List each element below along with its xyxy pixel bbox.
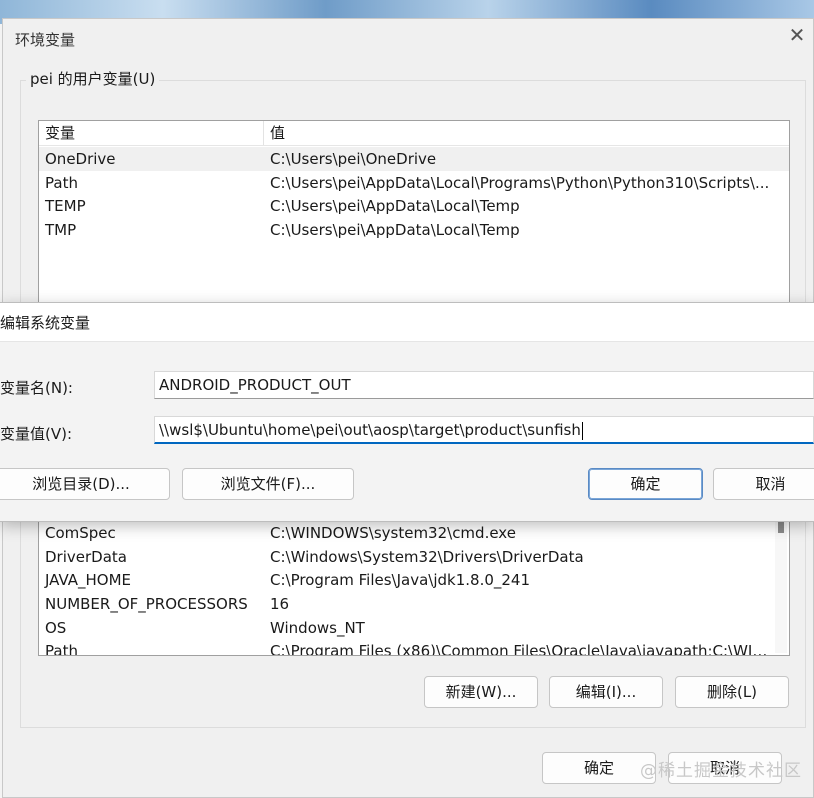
var-value: C:\Users\pei\AppData\Local\Temp: [270, 221, 520, 239]
var-name: JAVA_HOME: [45, 571, 132, 589]
browse-directory-button[interactable]: 浏览目录(D)...: [0, 468, 170, 500]
var-value: C:\Program Files\Java\jdk1.8.0_241: [270, 571, 531, 589]
table-row[interactable]: DriverData C:\Windows\System32\Drivers\D…: [39, 545, 789, 569]
var-name: Path: [45, 642, 78, 656]
dialog-cancel-button[interactable]: 取消: [713, 468, 814, 500]
column-header-name[interactable]: 变量: [45, 121, 75, 145]
column-divider[interactable]: [263, 121, 264, 145]
browse-file-button[interactable]: 浏览文件(F)...: [182, 468, 354, 500]
var-name: NUMBER_OF_PROCESSORS: [45, 595, 248, 613]
var-value: 16: [270, 595, 290, 613]
edit-variable-button[interactable]: 编辑(I)...: [549, 676, 663, 708]
var-value: C:\Program Files (x86)\Common Files\Orac…: [270, 642, 770, 656]
new-variable-button[interactable]: 新建(W)...: [424, 676, 538, 708]
user-vars-group-label: pei 的用户变量(U): [26, 68, 160, 89]
var-name: DriverData: [45, 548, 127, 566]
var-name: OS: [45, 619, 67, 637]
var-value: C:\WINDOWS\system32\cmd.exe: [270, 524, 516, 542]
dialog-ok-button[interactable]: 确定: [588, 468, 703, 500]
var-name: TEMP: [45, 197, 86, 215]
table-row[interactable]: JAVA_HOME C:\Program Files\Java\jdk1.8.0…: [39, 568, 789, 592]
var-value: C:\Users\pei\AppData\Local\Programs\Pyth…: [270, 174, 770, 192]
edit-system-variable-dialog: 编辑系统变量 变量名(N): ANDROID_PRODUCT_OUT 变量值(V…: [0, 302, 814, 522]
var-name: Path: [45, 174, 78, 192]
window-title: 环境变量: [15, 31, 76, 49]
table-row[interactable]: TEMP C:\Users\pei\AppData\Local\Temp: [39, 194, 789, 218]
variable-name-input[interactable]: ANDROID_PRODUCT_OUT: [154, 371, 814, 399]
table-row[interactable]: NUMBER_OF_PROCESSORS 16: [39, 592, 789, 616]
delete-variable-button[interactable]: 删除(L): [675, 676, 789, 708]
table-row[interactable]: OneDrive C:\Users\pei\OneDrive: [39, 147, 789, 171]
vertical-scrollbar[interactable]: [775, 513, 787, 653]
table-row[interactable]: Path C:\Users\pei\AppData\Local\Programs…: [39, 171, 789, 195]
ok-button[interactable]: 确定: [542, 752, 656, 784]
table-row[interactable]: Path C:\Program Files (x86)\Common Files…: [39, 639, 789, 656]
watermark-text: @稀土掘金技术社区: [640, 761, 802, 781]
variable-name-label: 变量名(N):: [0, 379, 73, 397]
variable-value-input[interactable]: \\wsl$\Ubuntu\home\pei\out\aosp\target\p…: [154, 416, 814, 444]
list-header: 变量 值: [39, 121, 789, 146]
dialog-title-bar: 编辑系统变量: [0, 303, 814, 342]
var-name: TMP: [45, 221, 77, 239]
user-vars-list[interactable]: 变量 值 OneDrive C:\Users\pei\OneDrive Path…: [38, 120, 790, 310]
table-row[interactable]: ComSpec C:\WINDOWS\system32\cmd.exe: [39, 521, 789, 545]
close-icon[interactable]: ✕: [787, 25, 807, 45]
var-name: OneDrive: [45, 150, 116, 168]
variable-value-text: \\wsl$\Ubuntu\home\pei\out\aosp\target\p…: [159, 421, 581, 439]
scrollbar-thumb[interactable]: [778, 521, 784, 533]
system-vars-list[interactable]: ComSpec C:\WINDOWS\system32\cmd.exe Driv…: [38, 510, 790, 656]
var-value: Windows_NT: [270, 619, 365, 637]
var-value: C:\Users\pei\AppData\Local\Temp: [270, 197, 520, 215]
column-header-value[interactable]: 值: [270, 121, 770, 145]
var-value: C:\Windows\System32\Drivers\DriverData: [270, 548, 584, 566]
dialog-title: 编辑系统变量: [0, 314, 91, 332]
variable-name-text: ANDROID_PRODUCT_OUT: [159, 376, 351, 394]
text-caret: [581, 421, 583, 440]
table-row[interactable]: OS Windows_NT: [39, 616, 789, 640]
var-name: ComSpec: [45, 524, 116, 542]
var-value: C:\Users\pei\OneDrive: [270, 150, 437, 168]
variable-value-label: 变量值(V):: [0, 425, 73, 443]
table-row[interactable]: TMP C:\Users\pei\AppData\Local\Temp: [39, 218, 789, 242]
